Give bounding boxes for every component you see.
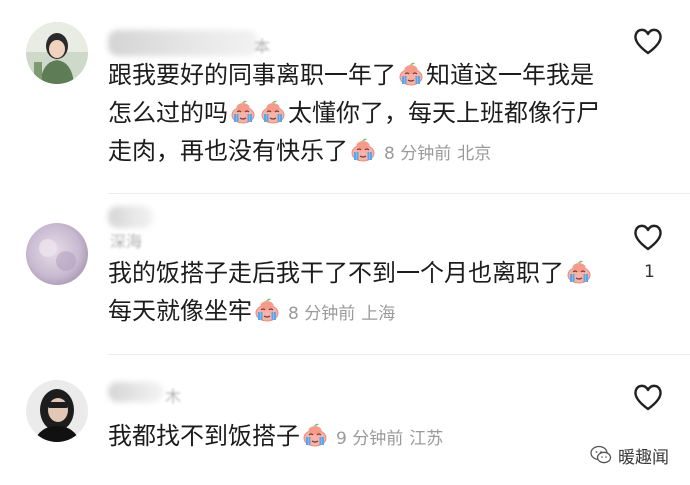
watermark-text: 暖趣闻: [618, 447, 669, 468]
timestamp: 9 分钟前: [336, 429, 404, 449]
text-line: 怎么过的吗: [108, 99, 228, 127]
timestamp: 8 分钟前: [288, 304, 356, 324]
text-line: 跟我要好的同事离职一年了: [108, 61, 396, 89]
like-count: 1: [644, 262, 655, 282]
crying-peach-emoji: [397, 62, 425, 86]
comment-text: 跟我要好的同事离职一年了 知道这一年我是 怎么过的吗 太懂你了，每天上班都像行尸 走…: [108, 56, 628, 173]
watermark: 暖趣闻: [590, 440, 669, 470]
text-line: 我都找不到饭搭子: [108, 422, 300, 450]
comment-meta: 9 分钟前 江苏: [336, 429, 449, 449]
comment-meta: 8 分钟前 北京: [384, 144, 497, 164]
text-line: 每天就像坐牢: [108, 297, 252, 325]
location: 上海: [361, 304, 396, 324]
username: 深海: [110, 232, 143, 251]
avatar[interactable]: [26, 380, 88, 442]
comment-2: 深海 我的饭搭子走后我干了不到一个月也离职了 每天就像坐牢 8 分钟前 上海 1: [0, 196, 690, 356]
username-redacted: [108, 382, 163, 402]
comment-3: 木 我都找不到饭搭子 9 分钟前 江苏: [0, 356, 690, 485]
crying-peach-emoji: [301, 423, 329, 447]
avatar[interactable]: [26, 223, 88, 285]
crying-peach-emoji: [349, 138, 377, 162]
avatar[interactable]: [26, 22, 88, 84]
username: 木: [165, 387, 182, 406]
text-line: 走肉，再也没有快乐了: [108, 137, 348, 165]
comment-text: 我都找不到饭搭子 9 分钟前 江苏: [108, 417, 628, 458]
text-line: 我的饭搭子走后我干了不到一个月也离职了: [108, 259, 564, 287]
comment-1: 本 跟我要好的同事离职一年了 知道这一年我是 怎么过的吗 太懂你了，每天上班都像行尸…: [0, 0, 690, 196]
username: 本: [254, 37, 271, 56]
username-redacted: [108, 206, 153, 228]
divider: [108, 354, 690, 355]
location: 江苏: [409, 429, 444, 449]
comment-meta: 8 分钟前 上海: [288, 304, 401, 324]
wechat-icon: [590, 445, 612, 464]
crying-peach-emoji: [259, 100, 287, 124]
crying-peach-emoji: [565, 260, 593, 284]
text-line: 知道这一年我是: [426, 61, 594, 89]
divider: [108, 193, 690, 194]
timestamp: 8 分钟前: [384, 144, 452, 164]
heart-outline-icon[interactable]: [632, 382, 664, 412]
crying-peach-emoji: [253, 298, 281, 322]
username-redacted: [108, 30, 258, 56]
text-line: 太懂你了，每天上班都像行尸: [288, 99, 600, 127]
crying-peach-emoji: [229, 100, 257, 124]
comment-text: 我的饭搭子走后我干了不到一个月也离职了 每天就像坐牢 8 分钟前 上海: [108, 254, 628, 333]
heart-outline-icon[interactable]: [632, 222, 664, 252]
heart-outline-icon[interactable]: [632, 26, 664, 56]
location: 北京: [457, 144, 492, 164]
